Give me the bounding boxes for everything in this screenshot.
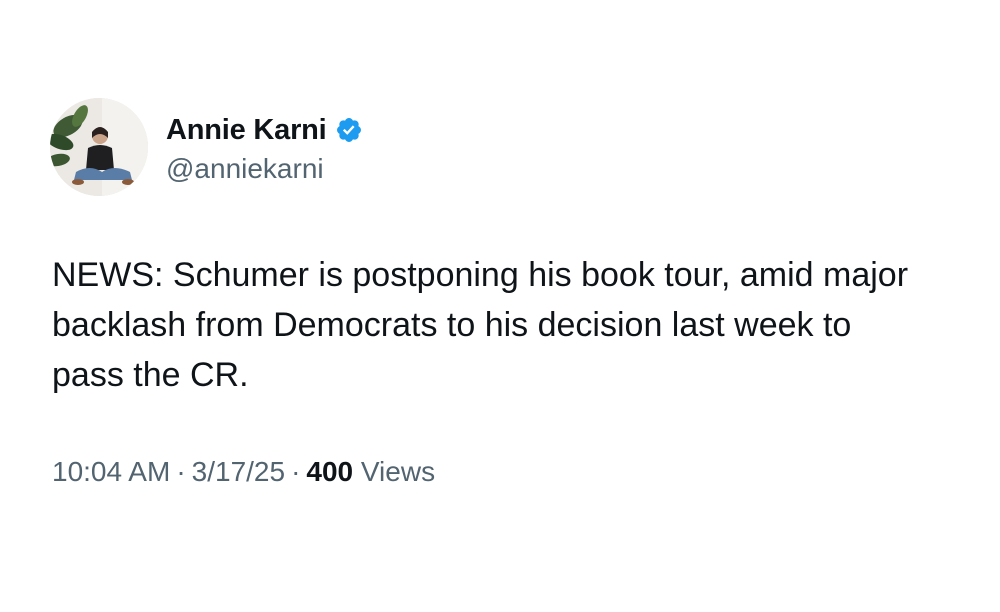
author-name-row: Annie Karni (166, 110, 363, 150)
tweet-time[interactable]: 10:04 AM (52, 456, 170, 488)
tweet-meta: 10:04 AM · 3/17/25 · 400 Views (52, 456, 435, 488)
avatar[interactable] (50, 98, 148, 196)
author-name[interactable]: Annie Karni (166, 114, 327, 147)
author-handle[interactable]: @anniekarni (166, 153, 324, 185)
verified-badge-icon (335, 116, 363, 144)
views-label: Views (360, 456, 436, 487)
tweet-text: NEWS: Schumer is postponing his book tou… (52, 256, 909, 394)
avatar-photo-icon (50, 98, 148, 196)
tweet-card: Annie Karni @anniekarni NEWS: Schumer is… (0, 0, 1000, 612)
tweet-date[interactable]: 3/17/25 (192, 456, 285, 488)
meta-separator: · (176, 456, 186, 487)
meta-separator: · (291, 456, 301, 487)
views-count: 400 (306, 456, 354, 487)
